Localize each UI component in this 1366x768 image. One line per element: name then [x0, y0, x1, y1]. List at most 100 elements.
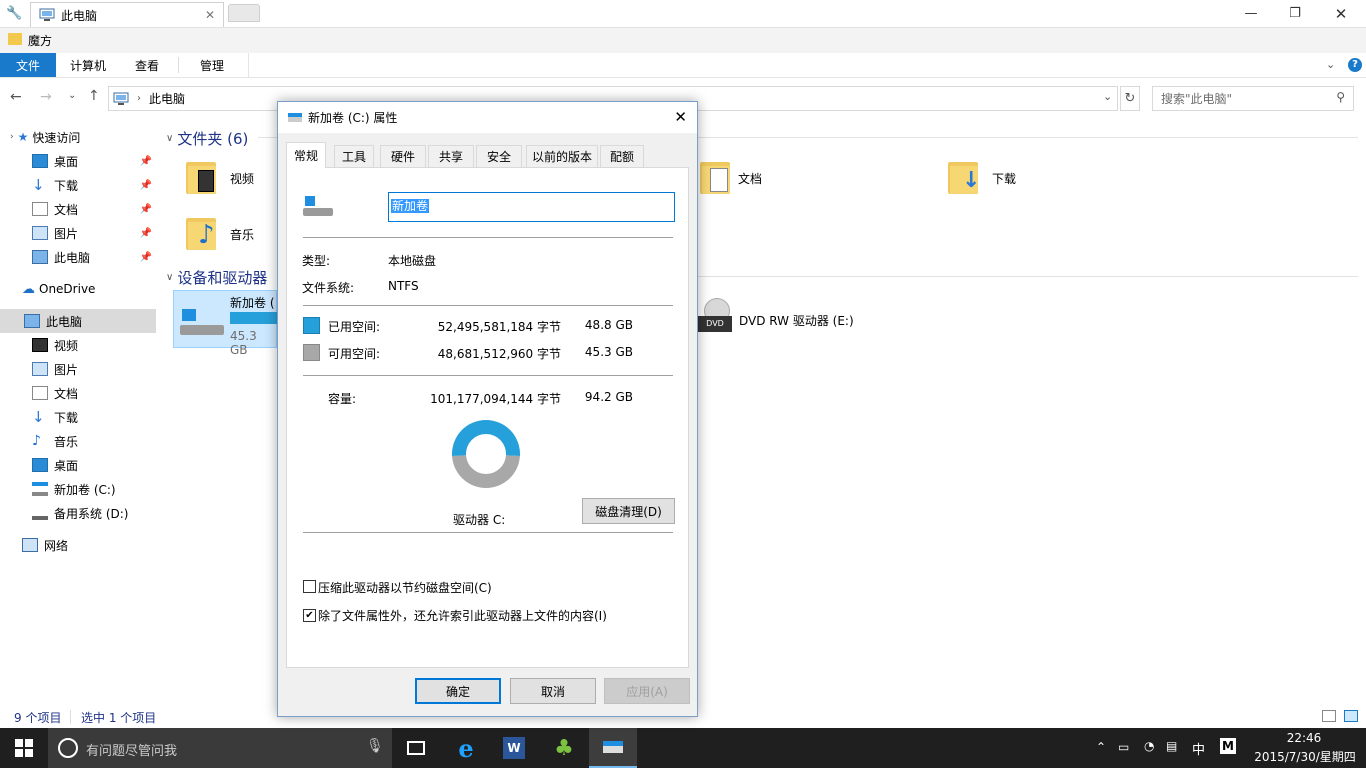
- pin-icon[interactable]: 📌: [140, 204, 152, 215]
- tab-security[interactable]: 安全: [476, 145, 522, 167]
- favorite-folder[interactable]: 魔方: [28, 32, 52, 49]
- dialog-close-icon[interactable]: ✕: [674, 108, 687, 126]
- index-label[interactable]: 除了文件属性外，还允许索引此驱动器上文件的内容(I): [318, 607, 607, 624]
- ime-indicator[interactable]: 中: [1192, 739, 1205, 758]
- help-icon[interactable]: ?: [1348, 58, 1362, 72]
- chevron-down-icon[interactable]: ∨: [166, 133, 173, 144]
- breadcrumb[interactable]: 此电脑: [149, 90, 185, 107]
- dvd-drive-label[interactable]: DVD RW 驱动器 (E:): [739, 312, 854, 329]
- pin-icon[interactable]: 📌: [140, 228, 152, 239]
- dvd-drive-icon[interactable]: DVD: [698, 298, 732, 338]
- nav-pc-videos[interactable]: 视频: [32, 333, 156, 357]
- wrench-icon[interactable]: 🔧: [6, 6, 22, 21]
- ok-button[interactable]: 确定: [415, 678, 501, 704]
- microphone-icon[interactable]: 🎙: [366, 738, 384, 754]
- file-explorer-taskbar-icon[interactable]: [589, 728, 637, 768]
- folder-label-documents[interactable]: 文档: [738, 170, 762, 187]
- music-folder-icon[interactable]: ♪: [186, 214, 216, 250]
- search-icon[interactable]: ⚲: [1336, 90, 1345, 104]
- chevron-down-icon[interactable]: ⌄: [1326, 58, 1335, 71]
- nav-pc-downloads[interactable]: ↓ 下载: [32, 405, 156, 429]
- back-arrow-icon[interactable]: ←: [10, 89, 22, 105]
- ribbon-tab-view[interactable]: 查看: [120, 53, 174, 77]
- nav-pc-drive-c[interactable]: 新加卷 (C:): [32, 477, 156, 501]
- large-icons-view-icon[interactable]: [1344, 710, 1358, 722]
- nav-quick-downloads[interactable]: ↓ 下载 📌: [32, 173, 156, 197]
- index-checkbox[interactable]: ✔: [303, 609, 316, 622]
- refresh-icon[interactable]: ↻: [1120, 86, 1140, 111]
- compress-label[interactable]: 压缩此驱动器以节约磁盘空间(C): [318, 579, 492, 596]
- folder-label-downloads[interactable]: 下载: [992, 170, 1016, 187]
- cortana-search-box[interactable]: 有问题尽管问我 🎙: [48, 728, 392, 768]
- nav-quick-this-pc[interactable]: 此电脑 📌: [32, 245, 156, 269]
- nav-quick-documents[interactable]: 文档 📌: [32, 197, 156, 221]
- ribbon-tab-computer[interactable]: 计算机: [60, 53, 116, 77]
- wifi-icon[interactable]: ◔: [1144, 739, 1154, 753]
- cancel-button[interactable]: 取消: [510, 678, 596, 704]
- nav-pc-documents[interactable]: 文档: [32, 381, 156, 405]
- nav-quick-pictures[interactable]: 图片 📌: [32, 221, 156, 245]
- details-view-icon[interactable]: [1322, 710, 1336, 722]
- clover-app-icon[interactable]: ♣: [540, 728, 588, 768]
- recent-dropdown-icon[interactable]: ⌄: [68, 90, 76, 101]
- clock-date[interactable]: 2015/7/30/星期四: [1248, 748, 1362, 765]
- nav-network[interactable]: 网络: [22, 533, 156, 557]
- pin-icon[interactable]: 📌: [140, 252, 152, 263]
- nav-pc-pictures[interactable]: 图片: [32, 357, 156, 381]
- apply-button[interactable]: 应用(A): [604, 678, 690, 704]
- ribbon-tab-file[interactable]: 文件: [0, 53, 56, 77]
- ime-mode-icon[interactable]: M: [1220, 738, 1236, 754]
- nav-pc-music[interactable]: ♪ 音乐: [32, 429, 156, 453]
- tab-quota[interactable]: 配额: [600, 145, 644, 167]
- ribbon-tab-manage[interactable]: 管理: [184, 53, 240, 77]
- start-button[interactable]: [0, 728, 48, 768]
- tab-this-pc[interactable]: 此电脑 ✕: [30, 2, 224, 27]
- nav-onedrive[interactable]: ☁ OneDrive: [22, 277, 156, 301]
- video-folder-icon[interactable]: [186, 158, 216, 194]
- nav-this-pc[interactable]: 此电脑: [0, 309, 156, 333]
- tab-previous-versions[interactable]: 以前的版本: [526, 145, 598, 167]
- task-view-icon[interactable]: [392, 728, 440, 768]
- nav-pc-drive-d[interactable]: 备用系统 (D:): [32, 501, 156, 525]
- chevron-down-icon[interactable]: ∨: [166, 272, 173, 283]
- clock-time[interactable]: 22:46: [1252, 731, 1356, 745]
- tray-expand-icon[interactable]: ⌃: [1096, 740, 1106, 754]
- drive-c-tile[interactable]: 新加卷 ( 45.3 GB: [173, 290, 278, 357]
- folder-label-music[interactable]: 音乐: [230, 226, 254, 243]
- forward-arrow-icon[interactable]: →: [40, 89, 52, 105]
- tab-sharing[interactable]: 共享: [428, 145, 474, 167]
- pin-icon[interactable]: 📌: [140, 156, 152, 167]
- devices-group-header[interactable]: ∨ 设备和驱动器: [166, 267, 267, 288]
- compress-checkbox[interactable]: [303, 580, 316, 593]
- downloads-folder-icon[interactable]: ↓: [948, 158, 980, 194]
- nav-pc-desktop[interactable]: 桌面: [32, 453, 156, 477]
- disk-cleanup-button[interactable]: 磁盘清理(D): [582, 498, 675, 524]
- nav-quick-desktop[interactable]: 桌面 📌: [32, 149, 156, 173]
- pin-icon[interactable]: 📌: [140, 180, 152, 191]
- tab-tools[interactable]: 工具: [334, 145, 374, 167]
- volume-name-input[interactable]: 新加卷: [388, 192, 675, 222]
- search-input[interactable]: 搜索"此电脑" ⚲: [1152, 86, 1354, 111]
- word-icon[interactable]: W: [490, 728, 538, 768]
- new-tab-button[interactable]: [228, 4, 260, 22]
- close-button[interactable]: ✕: [1318, 0, 1364, 27]
- address-dropdown-icon[interactable]: ⌄: [1103, 90, 1112, 103]
- folder-label-videos[interactable]: 视频: [230, 170, 254, 187]
- nav-quick-access[interactable]: › ★ 快速访问: [10, 125, 156, 149]
- documents-folder-icon[interactable]: [700, 158, 730, 194]
- battery-icon[interactable]: ▭: [1118, 740, 1129, 754]
- folders-group-header[interactable]: ∨ 文件夹 (6): [166, 128, 248, 149]
- breadcrumb-chevron-icon[interactable]: ›: [137, 93, 141, 104]
- up-arrow-icon[interactable]: ↑: [88, 88, 100, 104]
- edge-icon[interactable]: e: [442, 728, 490, 768]
- minimize-button[interactable]: —: [1228, 0, 1274, 27]
- expand-icon[interactable]: ›: [10, 132, 14, 142]
- dialog-title-bar[interactable]: 新加卷 (C:) 属性 ✕: [278, 102, 697, 133]
- volume-name-value: 新加卷: [391, 199, 430, 213]
- tab-close-icon[interactable]: ✕: [205, 8, 215, 22]
- desktop-icon: [32, 458, 48, 472]
- restore-button[interactable]: ❐: [1272, 0, 1318, 27]
- notification-icon[interactable]: ▤: [1166, 739, 1177, 753]
- tab-general[interactable]: 常规: [286, 142, 326, 168]
- tab-hardware[interactable]: 硬件: [380, 145, 426, 167]
